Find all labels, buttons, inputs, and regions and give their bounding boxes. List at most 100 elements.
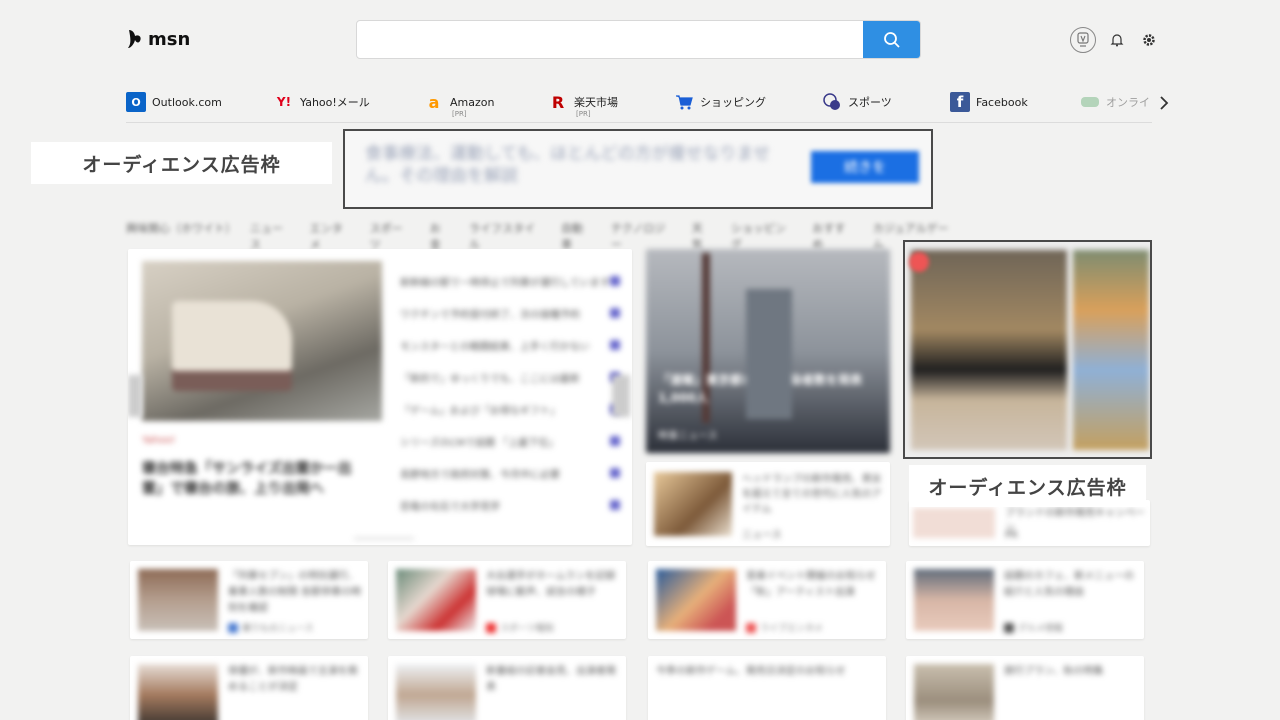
news-thumbnail bbox=[396, 569, 476, 631]
source-icon bbox=[610, 436, 620, 446]
category-tab[interactable]: 天気 bbox=[692, 220, 713, 251]
category-tab[interactable]: 自動車 bbox=[561, 220, 593, 251]
quick-link-amazon[interactable]: a Amazon [PR] bbox=[424, 92, 495, 119]
news-card[interactable]: 旅行プラン、秋の特集 bbox=[906, 656, 1144, 720]
news-card[interactable]: 音楽イベント開催のお知らせ「秋」アーティスト出演 ライブエンタメ bbox=[648, 561, 886, 639]
msn-logo[interactable]: msn bbox=[126, 28, 190, 50]
news-title: 旅行プラン、秋の特集 bbox=[1004, 666, 1104, 677]
category-tab[interactable]: お金 bbox=[430, 220, 451, 251]
display-ad-tile[interactable] bbox=[903, 240, 1152, 459]
headline-text: 長野地方で政府対策、今月中に必要 bbox=[400, 469, 560, 481]
headline-item[interactable]: モンスターとの戦闘結果、上手く行かない bbox=[400, 329, 620, 361]
category-tab[interactable]: エンタメ bbox=[310, 220, 352, 251]
search-box bbox=[356, 20, 921, 59]
headline-item[interactable]: 「新的で」ゆっくりでも、ここには最新 bbox=[400, 361, 620, 393]
news-card[interactable]: 今季の新作ゲーム、発売日決定のお知らせ bbox=[648, 656, 886, 720]
headline-text: 「新的で」ゆっくりでも、ここには最新 bbox=[400, 373, 580, 385]
quick-link-label: Yahoo!メール bbox=[300, 96, 370, 109]
sports-icon bbox=[822, 92, 842, 112]
headline-item[interactable]: シリーズのCMで話題 「上最下位」 bbox=[400, 425, 620, 457]
banner-ad[interactable]: 食事療法、運動しても、ほとんどの方が痩せなりません。その理由を解説 続きを bbox=[343, 129, 933, 209]
news-thumbnail bbox=[913, 508, 995, 538]
news-card[interactable]: 話題のカフェ、新メニューの紹介と人気の理由 グルメ情報 bbox=[906, 561, 1144, 639]
gear-icon bbox=[1143, 34, 1155, 46]
category-tab[interactable]: 興味関心（ホワイト） bbox=[126, 220, 236, 238]
quick-link-online-games[interactable]: オンライ bbox=[1080, 92, 1150, 112]
category-tab[interactable]: ショッピング bbox=[731, 220, 795, 251]
headline-text: 「ゲーム」および「お得なギフト」 bbox=[400, 405, 560, 417]
news-title: ブランドの新作発売キャンペーン bbox=[1005, 508, 1145, 534]
news-thumbnail bbox=[396, 664, 476, 720]
search-input[interactable] bbox=[357, 21, 862, 58]
headline-item[interactable]: 長野地方で政府対策、今月中に必要 bbox=[400, 457, 620, 489]
yahoo-icon: Y! bbox=[276, 95, 292, 109]
pr-badge: [PR] bbox=[452, 110, 467, 118]
category-tab[interactable]: スポーツ bbox=[370, 220, 412, 251]
news-source: ニュース bbox=[742, 530, 782, 541]
audience-ad-label: オーディエンス広告枠 bbox=[909, 465, 1146, 507]
news-card[interactable]: 俳優が、新作映画で主演を務めることが決定 bbox=[130, 656, 368, 720]
news-source-label: グルメ情報 bbox=[1018, 624, 1064, 634]
quick-link-label: オンライ bbox=[1106, 96, 1150, 109]
headline-text: 新幹線の駅で一時停止で列車が運行しています bbox=[400, 277, 610, 289]
news-thumbnail bbox=[138, 569, 218, 631]
notifications-button[interactable] bbox=[1106, 29, 1128, 51]
logo-text: msn bbox=[148, 28, 191, 50]
news-thumbnail bbox=[914, 664, 994, 720]
category-tab[interactable]: テクノロジー bbox=[611, 220, 674, 251]
banner-ad-text: 食事療法、運動しても、ほとんどの方が痩せなりません。その理由を解説 bbox=[365, 144, 771, 186]
headline-text: モンスターとの戦闘結果、上手く行かない bbox=[400, 341, 590, 353]
quick-links-next-button[interactable] bbox=[1156, 94, 1172, 112]
quick-link-outlook[interactable]: O Outlook.com bbox=[126, 92, 222, 112]
ad-badge bbox=[909, 252, 929, 272]
quick-link-facebook[interactable]: f Facebook bbox=[950, 92, 1028, 112]
headline-item[interactable]: 「ゲーム」および「お得なギフト」 bbox=[400, 393, 620, 425]
category-tab[interactable]: ライフスタイル bbox=[469, 220, 543, 251]
pr-badge: [PR] bbox=[576, 110, 591, 118]
news-card[interactable]: 「列車セブン」の特別運行、乗車人数の制限 各駅停車の時刻を確認 乗りものニュース bbox=[130, 561, 368, 639]
headline-text: シリーズのCMで話題 「上最下位」 bbox=[400, 437, 559, 449]
featured-news-card[interactable]: Yahoo! 寝台特急「サンライズ出雲かー出雲」で寝台の旅、上り出発へ 新幹線の… bbox=[128, 249, 632, 545]
quick-link-shopping[interactable]: ショッピング bbox=[674, 92, 766, 112]
source-icon bbox=[610, 276, 620, 286]
quick-link-rakuten[interactable]: R 楽天市場 [PR] bbox=[548, 92, 618, 119]
ad-image bbox=[1073, 250, 1149, 450]
carousel-prev-button[interactable] bbox=[128, 375, 142, 417]
quick-link-yahoo[interactable]: Y! Yahoo!メール bbox=[274, 92, 370, 112]
settings-button[interactable] bbox=[1138, 29, 1160, 51]
source-icon bbox=[610, 340, 620, 350]
headline-item[interactable]: ワクチンで予約受付終了、次の接種予約 bbox=[400, 297, 620, 329]
news-source: ライブエンタメ bbox=[746, 621, 823, 634]
facebook-icon: f bbox=[950, 92, 970, 112]
news-title: 音楽イベント開催のお知らせ「秋」アーティスト出演 bbox=[746, 571, 876, 598]
category-tab[interactable]: カジュアルゲーム bbox=[873, 220, 956, 251]
news-card[interactable]: ヘッドランプの新作発売、男女を超えて全ての世代に人気のアイテム ニュース bbox=[646, 462, 890, 546]
hero-news-source: 時事ニュース bbox=[658, 431, 718, 442]
quick-link-label: ショッピング bbox=[700, 96, 766, 109]
source-icon bbox=[610, 308, 620, 318]
quick-links-bar: O Outlook.com Y! Yahoo!メール a Amazon [PR]… bbox=[126, 86, 1152, 123]
category-tab[interactable]: ニュース bbox=[250, 220, 292, 251]
news-card[interactable]: 新番組の記者会見、出演者発表 bbox=[388, 656, 626, 720]
hero-news-title: 「速報」東京都が新規感染者数を発表 1,000人 bbox=[658, 373, 863, 405]
rewards-icon[interactable] bbox=[1070, 27, 1096, 53]
banner-ad-button[interactable]: 続きを bbox=[811, 151, 919, 183]
news-title: 新番組の記者会見、出演者発表 bbox=[486, 666, 616, 693]
quick-link-label: 楽天市場 bbox=[574, 96, 618, 109]
news-title: 大谷選手がホームランを記録 球場に歓声、試合の様子 bbox=[486, 571, 616, 598]
headline-item[interactable]: 新幹線の駅で一時停止で列車が運行しています bbox=[400, 265, 620, 297]
headline-item[interactable]: 恐竜の化石で大学見学 bbox=[400, 489, 620, 521]
quick-link-sports[interactable]: スポーツ bbox=[822, 92, 892, 112]
search-icon bbox=[883, 31, 900, 48]
search-button[interactable] bbox=[863, 21, 920, 58]
quick-link-label: スポーツ bbox=[848, 96, 892, 109]
category-tab[interactable]: おすすめ bbox=[812, 220, 854, 251]
carousel-next-button[interactable] bbox=[612, 375, 630, 417]
news-card[interactable]: 大谷選手がホームランを記録 球場に歓声、試合の様子 スポーツ報知 bbox=[388, 561, 626, 639]
header-actions bbox=[1070, 27, 1160, 53]
news-source: PR bbox=[1005, 530, 1018, 541]
featured-title[interactable]: 寝台特急「サンライズ出雲かー出雲」で寝台の旅、上り出発へ bbox=[142, 459, 372, 499]
hero-news-card[interactable]: 「速報」東京都が新規感染者数を発表 1,000人 時事ニュース bbox=[646, 249, 890, 453]
news-title: 今季の新作ゲーム、発売日決定のお知らせ bbox=[656, 666, 846, 677]
news-thumbnail bbox=[654, 472, 732, 536]
